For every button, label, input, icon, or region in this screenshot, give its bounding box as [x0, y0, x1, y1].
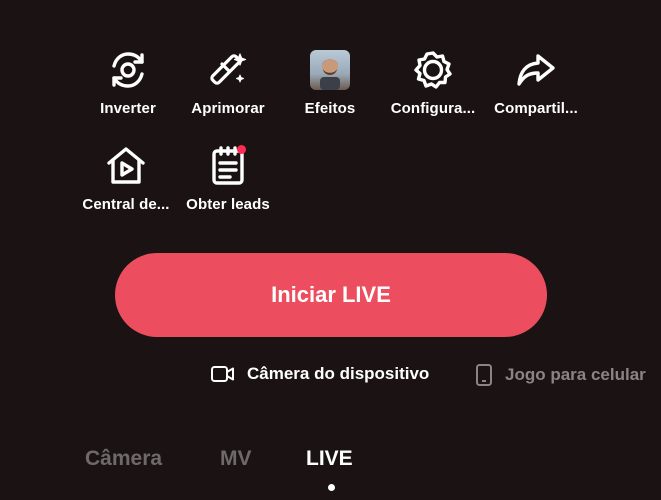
- notification-dot: [237, 145, 246, 154]
- flip-button[interactable]: Inverter: [73, 48, 183, 117]
- mobile-game-option[interactable]: Jogo para celular: [475, 364, 646, 386]
- clipboard-icon: [206, 144, 250, 188]
- gear-icon: [411, 48, 455, 92]
- tab-mv[interactable]: MV: [220, 447, 252, 471]
- share-button[interactable]: Compartil...: [481, 48, 591, 117]
- effects-avatar-thumbnail: [308, 48, 352, 92]
- start-live-button[interactable]: Iniciar LIVE: [115, 253, 547, 337]
- phone-icon: [476, 364, 492, 386]
- camera-icon: [211, 366, 234, 382]
- device-camera-label: Câmera do dispositivo: [247, 364, 430, 383]
- share-label: Compartil...: [494, 100, 578, 117]
- share-arrow-icon: [514, 48, 558, 92]
- settings-button[interactable]: Configura...: [378, 48, 488, 117]
- flip-label: Inverter: [100, 100, 156, 117]
- effects-label: Efeitos: [304, 100, 356, 117]
- enhance-button[interactable]: Aprimorar: [173, 48, 283, 117]
- device-camera-option[interactable]: Câmera do dispositivo: [211, 364, 429, 384]
- get-leads-button[interactable]: Obter leads: [173, 144, 283, 213]
- mobile-game-label: Jogo para celular: [505, 365, 646, 384]
- tab-camera[interactable]: Câmera: [85, 447, 162, 471]
- settings-label: Configura...: [390, 100, 476, 117]
- effects-button[interactable]: Efeitos: [275, 48, 385, 117]
- active-tab-indicator: [328, 484, 335, 491]
- live-center-button[interactable]: Central de...: [71, 144, 181, 213]
- get-leads-label: Obter leads: [186, 196, 270, 213]
- flip-camera-icon: [106, 48, 150, 92]
- magic-wand-icon: [206, 48, 250, 92]
- live-center-icon: [104, 144, 148, 188]
- tab-live[interactable]: LIVE: [306, 447, 353, 471]
- enhance-label: Aprimorar: [191, 100, 265, 117]
- live-center-label: Central de...: [82, 196, 170, 213]
